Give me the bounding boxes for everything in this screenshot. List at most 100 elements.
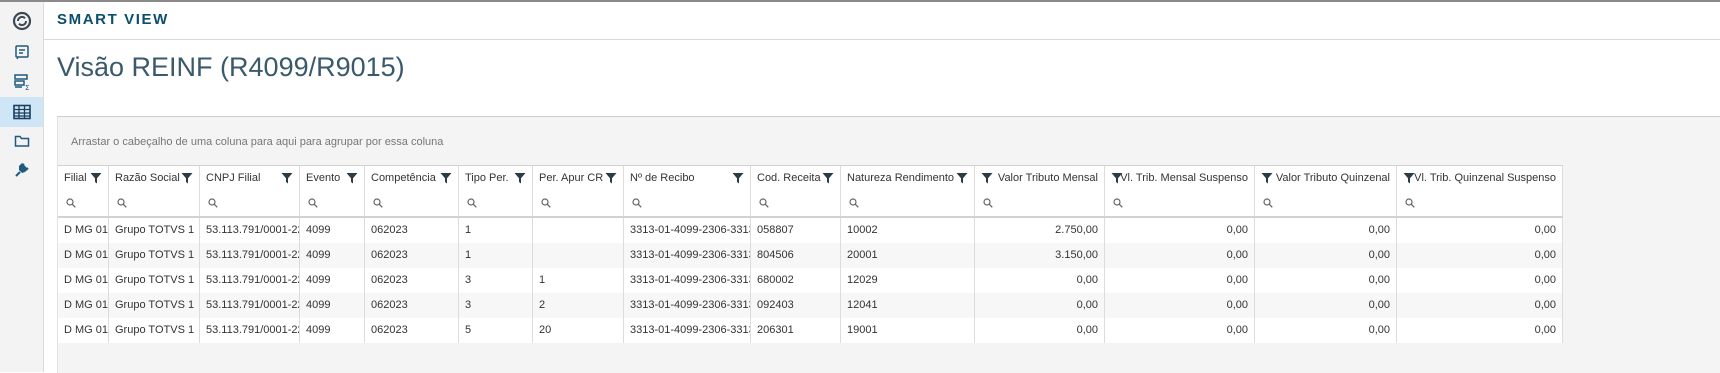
filter-input[interactable] xyxy=(751,191,841,216)
filter-input[interactable] xyxy=(459,191,533,216)
filter-row xyxy=(58,191,1563,218)
filter-icon[interactable] xyxy=(1261,172,1273,184)
table-cell: 53.113.791/0001-22 xyxy=(200,268,300,293)
filter-input[interactable] xyxy=(109,191,200,216)
filter-icon[interactable] xyxy=(346,172,358,184)
sidebar-item-reports[interactable] xyxy=(0,37,43,67)
column-header-n-de-recibo[interactable]: Nº de Recibo xyxy=(624,166,751,191)
filter-input[interactable] xyxy=(533,191,624,216)
filter-icon[interactable] xyxy=(440,172,452,184)
column-header-vl-trib-quinzenal-suspenso[interactable]: Vl. Trib. Quinzenal Suspenso xyxy=(1397,166,1563,191)
table-cell: 062023 xyxy=(365,243,459,268)
filter-icon[interactable] xyxy=(281,172,293,184)
svg-text:Σ: Σ xyxy=(25,84,29,91)
column-header-filial[interactable]: Filial xyxy=(58,166,109,191)
table-row[interactable]: D MG 01 Grupo TOTVS 1 53.113.791/0001-22 40… xyxy=(58,243,1563,268)
column-header-label: Competência xyxy=(371,172,436,184)
table-cell: D MG 01 xyxy=(58,218,109,243)
table-cell: 0,00 xyxy=(1255,293,1397,318)
table-cell: 20 xyxy=(533,318,624,343)
sidebar-item-connections[interactable] xyxy=(0,155,43,185)
column-header-tipo-per[interactable]: Tipo Per. xyxy=(459,166,533,191)
filter-icon[interactable] xyxy=(732,172,744,184)
column-header-label: Filial xyxy=(64,172,87,184)
filter-input[interactable] xyxy=(365,191,459,216)
filter-input[interactable] xyxy=(58,191,109,216)
search-icon xyxy=(373,198,383,208)
filter-icon[interactable] xyxy=(1111,172,1123,184)
table-cell xyxy=(533,218,624,243)
column-header-natureza-rendimento[interactable]: Natureza Rendimento xyxy=(841,166,975,191)
column-header-valor-tributo-quinzenal[interactable]: Valor Tributo Quinzenal xyxy=(1255,166,1397,191)
table-cell: Grupo TOTVS 1 xyxy=(109,268,200,293)
filter-icon[interactable] xyxy=(956,172,968,184)
sidebar-item-table[interactable] xyxy=(0,97,43,127)
table-cell: 0,00 xyxy=(975,318,1105,343)
search-icon xyxy=(759,198,769,208)
summary-icon: Σ xyxy=(13,74,29,91)
search-icon xyxy=(983,198,993,208)
table-row[interactable]: D MG 01 Grupo TOTVS 1 53.113.791/0001-22 40… xyxy=(58,318,1563,343)
filter-input[interactable] xyxy=(1397,191,1563,216)
table-cell: 53.113.791/0001-22 xyxy=(200,218,300,243)
filter-icon[interactable] xyxy=(181,172,193,184)
table-cell: 0,00 xyxy=(975,293,1105,318)
table-cell: 12041 xyxy=(841,293,975,318)
table-cell: 53.113.791/0001-22 xyxy=(200,318,300,343)
filter-icon[interactable] xyxy=(1403,172,1415,184)
table-cell: 1 xyxy=(459,243,533,268)
search-icon xyxy=(1263,198,1273,208)
column-header-vl-trib-mensal-suspenso[interactable]: Vl. Trib. Mensal Suspenso xyxy=(1105,166,1255,191)
table-row[interactable]: D MG 01 Grupo TOTVS 1 53.113.791/0001-22 40… xyxy=(58,218,1563,243)
logo-icon xyxy=(12,11,31,31)
sidebar-item-folders[interactable] xyxy=(0,126,43,156)
filter-icon[interactable] xyxy=(605,172,617,184)
search-icon xyxy=(117,198,127,208)
filter-icon[interactable] xyxy=(822,172,834,184)
table-row[interactable]: D MG 01 Grupo TOTVS 1 53.113.791/0001-22 40… xyxy=(58,293,1563,318)
search-icon xyxy=(1113,198,1123,208)
filter-input[interactable] xyxy=(300,191,365,216)
header-row: Filial Razão Social CNPJ Filial Evento Compe… xyxy=(58,165,1563,192)
table-cell: 4099 xyxy=(300,243,365,268)
table-cell: Grupo TOTVS 1 xyxy=(109,293,200,318)
column-header-evento[interactable]: Evento xyxy=(300,166,365,191)
column-header-cnpj-filial[interactable]: CNPJ Filial xyxy=(200,166,300,191)
group-panel-hint: Arrastar o cabeçalho de uma coluna para … xyxy=(71,136,444,148)
page-title: Visão REINF (R4099/R9015) xyxy=(57,52,405,82)
column-header-per-apur-cr[interactable]: Per. Apur CR xyxy=(533,166,624,191)
column-header-compet-ncia[interactable]: Competência xyxy=(365,166,459,191)
filter-input[interactable] xyxy=(624,191,751,216)
table-cell: D MG 01 xyxy=(58,243,109,268)
column-header-label: Natureza Rendimento xyxy=(847,172,955,184)
filter-icon[interactable] xyxy=(90,172,102,184)
table-cell: Grupo TOTVS 1 xyxy=(109,318,200,343)
column-header-cod-receita[interactable]: Cod. Receita xyxy=(751,166,841,191)
table-cell: 3313-01-4099-2306-3313 xyxy=(624,218,751,243)
table-cell: 062023 xyxy=(365,268,459,293)
filter-input[interactable] xyxy=(1255,191,1397,216)
group-panel[interactable]: Arrastar o cabeçalho de uma coluna para … xyxy=(58,117,1720,165)
column-header-label: CNPJ Filial xyxy=(206,172,261,184)
table-cell: 5 xyxy=(459,318,533,343)
search-icon xyxy=(541,198,551,208)
table-cell: 0,00 xyxy=(1105,268,1255,293)
filter-input[interactable] xyxy=(200,191,300,216)
table-cell: D MG 01 xyxy=(58,268,109,293)
search-icon xyxy=(66,198,76,208)
table-cell: 10002 xyxy=(841,218,975,243)
sidebar: Σ xyxy=(0,2,44,372)
column-header-valor-tributo-mensal[interactable]: Valor Tributo Mensal xyxy=(975,166,1105,191)
table-cell: 092403 xyxy=(751,293,841,318)
filter-input[interactable] xyxy=(975,191,1105,216)
search-icon xyxy=(208,198,218,208)
column-header-raz-o-social[interactable]: Razão Social xyxy=(109,166,200,191)
sidebar-item-summary[interactable]: Σ xyxy=(0,67,43,97)
filter-icon[interactable] xyxy=(981,172,993,184)
filter-input[interactable] xyxy=(841,191,975,216)
filter-icon[interactable] xyxy=(514,172,526,184)
column-header-label: Vl. Trib. Quinzenal Suspenso xyxy=(1414,172,1556,184)
sidebar-item-home[interactable] xyxy=(0,6,43,36)
filter-input[interactable] xyxy=(1105,191,1255,216)
table-row[interactable]: D MG 01 Grupo TOTVS 1 53.113.791/0001-22 40… xyxy=(58,268,1563,293)
